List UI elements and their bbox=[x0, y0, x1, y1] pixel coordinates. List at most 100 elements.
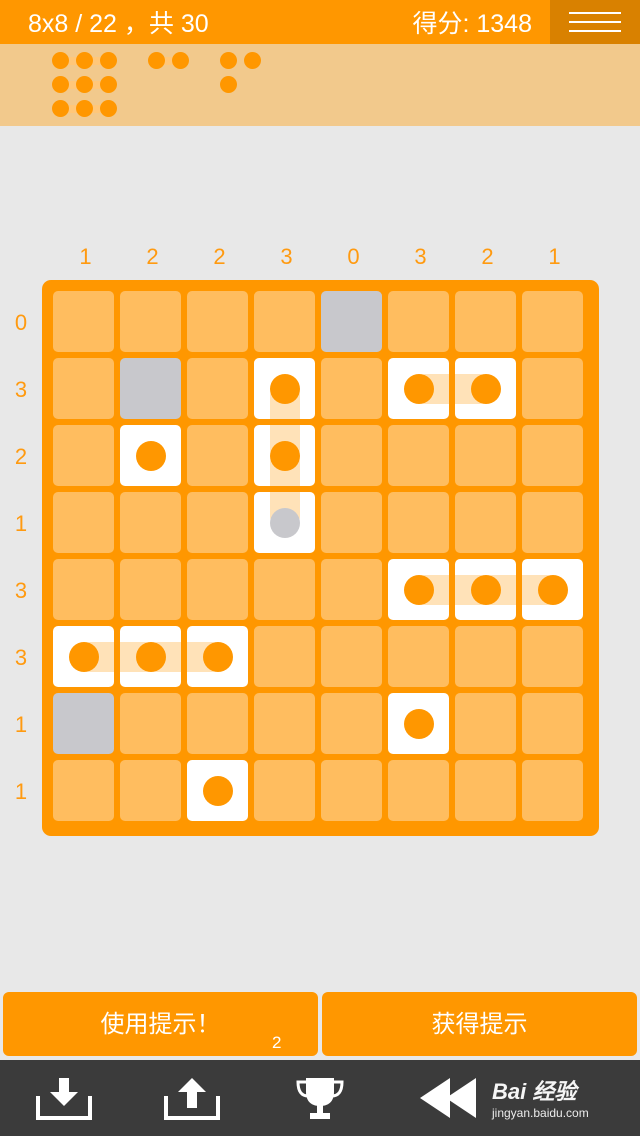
empty-cell[interactable] bbox=[187, 291, 248, 352]
empty-cell[interactable] bbox=[321, 626, 382, 687]
row-hint: 1 bbox=[14, 779, 28, 804]
empty-cell[interactable] bbox=[120, 559, 181, 620]
water-cell[interactable] bbox=[321, 291, 382, 352]
empty-cell[interactable] bbox=[455, 760, 516, 821]
empty-cell[interactable] bbox=[321, 559, 382, 620]
upload-icon[interactable] bbox=[162, 1074, 222, 1122]
column-hint: 3 bbox=[414, 244, 427, 269]
use-hint-button[interactable]: 使用提示！ bbox=[3, 992, 318, 1056]
water-cell[interactable] bbox=[120, 358, 181, 419]
ship-cell[interactable] bbox=[187, 626, 248, 687]
ship-cell[interactable] bbox=[254, 492, 315, 553]
rewind-icon[interactable] bbox=[416, 1074, 482, 1122]
empty-cell[interactable] bbox=[187, 492, 248, 553]
column-hint: 2 bbox=[481, 244, 494, 269]
empty-cell[interactable] bbox=[53, 291, 114, 352]
ship-cell[interactable] bbox=[522, 559, 583, 620]
empty-cell[interactable] bbox=[321, 760, 382, 821]
row-hints: 0 3 2 1 3 3 1 1 bbox=[9, 292, 33, 832]
empty-cell[interactable] bbox=[522, 492, 583, 553]
ship-cell[interactable] bbox=[455, 559, 516, 620]
ship-cell[interactable] bbox=[120, 626, 181, 687]
empty-cell[interactable] bbox=[120, 760, 181, 821]
ship-cell[interactable] bbox=[254, 425, 315, 486]
empty-cell[interactable] bbox=[254, 693, 315, 754]
empty-cell[interactable] bbox=[522, 358, 583, 419]
empty-cell[interactable] bbox=[455, 492, 516, 553]
empty-cell[interactable] bbox=[455, 425, 516, 486]
row-hint: 0 bbox=[14, 310, 28, 335]
puzzle-board bbox=[42, 280, 599, 836]
empty-cell[interactable] bbox=[388, 425, 449, 486]
ship-cell[interactable] bbox=[388, 358, 449, 419]
empty-cell[interactable] bbox=[388, 760, 449, 821]
empty-cell[interactable] bbox=[53, 559, 114, 620]
empty-cell[interactable] bbox=[187, 425, 248, 486]
empty-cell[interactable] bbox=[388, 492, 449, 553]
empty-cell[interactable] bbox=[522, 425, 583, 486]
empty-cell[interactable] bbox=[321, 693, 382, 754]
row-hint: 3 bbox=[14, 578, 28, 603]
empty-cell[interactable] bbox=[120, 693, 181, 754]
fleet-ship-3 bbox=[52, 76, 117, 94]
top-bar: 8x8 / 22 ，共 30 得分: 1348 bbox=[0, 0, 640, 44]
fleet-ship-1 bbox=[244, 52, 261, 70]
level-progress: 8x8 / 22 ，共 30 bbox=[28, 10, 209, 38]
column-hint: 1 bbox=[548, 244, 561, 269]
row-hint: 3 bbox=[14, 645, 28, 670]
empty-cell[interactable] bbox=[321, 425, 382, 486]
empty-cell[interactable] bbox=[522, 760, 583, 821]
fleet-ship-3 bbox=[52, 100, 117, 118]
empty-cell[interactable] bbox=[254, 559, 315, 620]
empty-cell[interactable] bbox=[187, 693, 248, 754]
empty-cell[interactable] bbox=[254, 760, 315, 821]
column-hint: 3 bbox=[280, 244, 293, 269]
empty-cell[interactable] bbox=[53, 425, 114, 486]
column-hint: 0 bbox=[347, 244, 360, 269]
fleet-ship-3 bbox=[52, 52, 117, 70]
ship-cell[interactable] bbox=[455, 358, 516, 419]
ship-cell[interactable] bbox=[120, 425, 181, 486]
get-hint-button[interactable]: 获得提示 bbox=[322, 992, 637, 1056]
download-icon[interactable] bbox=[34, 1074, 94, 1122]
bottom-toolbar bbox=[0, 1060, 640, 1136]
fleet-ship-1 bbox=[220, 76, 237, 94]
row-hint: 1 bbox=[14, 712, 28, 737]
empty-cell[interactable] bbox=[254, 626, 315, 687]
empty-cell[interactable] bbox=[455, 626, 516, 687]
empty-cell[interactable] bbox=[120, 291, 181, 352]
fleet-ship-2 bbox=[148, 52, 189, 70]
empty-cell[interactable] bbox=[388, 291, 449, 352]
empty-cell[interactable] bbox=[187, 358, 248, 419]
empty-cell[interactable] bbox=[321, 492, 382, 553]
empty-cell[interactable] bbox=[321, 358, 382, 419]
ship-cell[interactable] bbox=[254, 358, 315, 419]
column-hint: 2 bbox=[213, 244, 226, 269]
row-hint: 3 bbox=[14, 377, 28, 402]
ship-cell[interactable] bbox=[388, 693, 449, 754]
ship-cell[interactable] bbox=[187, 760, 248, 821]
empty-cell[interactable] bbox=[522, 291, 583, 352]
empty-cell[interactable] bbox=[53, 760, 114, 821]
fleet-legend bbox=[0, 44, 640, 126]
hamburger-menu-icon[interactable] bbox=[550, 0, 640, 44]
hint-count-badge: 2 bbox=[272, 1033, 282, 1052]
row-hint: 1 bbox=[14, 511, 28, 536]
empty-cell[interactable] bbox=[53, 492, 114, 553]
empty-cell[interactable] bbox=[522, 693, 583, 754]
empty-cell[interactable] bbox=[53, 358, 114, 419]
empty-cell[interactable] bbox=[254, 291, 315, 352]
column-hint: 2 bbox=[146, 244, 159, 269]
empty-cell[interactable] bbox=[187, 559, 248, 620]
ship-cell[interactable] bbox=[53, 626, 114, 687]
empty-cell[interactable] bbox=[522, 626, 583, 687]
column-hints: 1 2 2 3 0 3 2 1 bbox=[52, 244, 592, 274]
ship-cell[interactable] bbox=[388, 559, 449, 620]
empty-cell[interactable] bbox=[455, 693, 516, 754]
water-cell[interactable] bbox=[53, 693, 114, 754]
score-label: 得分: 1348 bbox=[412, 10, 532, 38]
trophy-icon[interactable] bbox=[290, 1074, 350, 1122]
empty-cell[interactable] bbox=[388, 626, 449, 687]
empty-cell[interactable] bbox=[120, 492, 181, 553]
empty-cell[interactable] bbox=[455, 291, 516, 352]
